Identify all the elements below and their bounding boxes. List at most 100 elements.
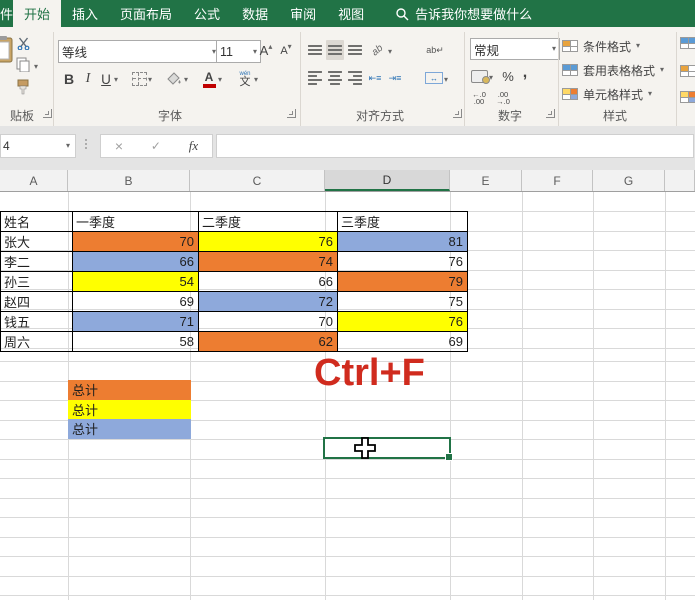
copy-button[interactable] <box>16 57 30 72</box>
font-size-combo[interactable]: 11 ▾ <box>216 40 261 63</box>
column-header-G[interactable]: G <box>593 170 665 191</box>
tab-视图[interactable]: 视图 <box>327 0 375 27</box>
value-cell[interactable]: 74 <box>198 251 338 272</box>
paste-button-partial[interactable] <box>0 35 14 63</box>
value-cell[interactable]: 66 <box>198 271 338 292</box>
table-header-cell[interactable]: 二季度 <box>198 211 338 232</box>
value-cell[interactable]: 81 <box>337 231 468 252</box>
formula-bar-grip[interactable] <box>85 139 87 149</box>
column-header-partial[interactable] <box>665 170 695 191</box>
style-item-1[interactable]: 套用表格格式 ▾ <box>562 59 664 81</box>
style-item-2[interactable]: 单元格样式 ▾ <box>562 83 652 105</box>
font-color-arrow[interactable]: ▾ <box>218 76 222 84</box>
borders-arrow[interactable]: ▾ <box>148 76 152 84</box>
table-header-cell[interactable]: 一季度 <box>72 211 199 232</box>
orientation-arrow[interactable]: ▾ <box>388 48 392 56</box>
merge-center-arrow[interactable]: ▾ <box>444 76 448 84</box>
italic-button[interactable]: I <box>80 68 96 90</box>
total-cell[interactable]: 总计 <box>68 399 191 419</box>
align-left-button[interactable] <box>306 68 324 88</box>
column-header-E[interactable]: E <box>450 170 522 191</box>
tell-me-search[interactable]: 告诉我你想要做什么 <box>395 0 532 27</box>
phonetic-guide-button[interactable]: wén 文 <box>236 68 254 90</box>
insert-cells-button-partial[interactable] <box>680 37 695 49</box>
top-align-button[interactable] <box>306 40 324 60</box>
delete-cells-button-partial[interactable] <box>680 65 695 77</box>
value-cell[interactable]: 70 <box>198 311 338 332</box>
name-cell[interactable]: 李二 <box>0 251 73 272</box>
font-color-button[interactable]: A <box>200 69 218 89</box>
style-item-0[interactable]: 条件格式 ▾ <box>562 35 640 57</box>
selected-cell[interactable] <box>323 437 453 461</box>
value-cell[interactable]: 76 <box>337 311 468 332</box>
cut-button[interactable] <box>17 37 30 50</box>
middle-align-button[interactable] <box>326 40 344 60</box>
column-header-C[interactable]: C <box>190 170 325 191</box>
increase-indent-button[interactable]: ⇥≡ <box>386 68 404 88</box>
alignment-dialog-launcher[interactable] <box>453 109 462 118</box>
align-center-button[interactable] <box>326 68 344 88</box>
formula-input[interactable] <box>216 134 694 158</box>
value-cell[interactable]: 58 <box>72 331 199 352</box>
orientation-button[interactable]: ab <box>368 40 388 60</box>
format-cells-button-partial[interactable] <box>680 91 695 103</box>
clipboard-dialog-launcher[interactable] <box>43 109 52 118</box>
comma-style-button[interactable]: , <box>518 63 532 83</box>
value-cell[interactable]: 76 <box>337 251 468 272</box>
value-cell[interactable]: 70 <box>72 231 199 252</box>
wrap-text-button[interactable]: ab↵ <box>424 40 446 60</box>
underline-button[interactable]: U <box>98 68 114 90</box>
value-cell[interactable]: 66 <box>72 251 199 272</box>
accounting-arrow[interactable]: ▾ <box>489 74 493 82</box>
font-name-combo[interactable]: 等线 ▾ <box>58 40 220 63</box>
shrink-font-button[interactable]: A ▾ <box>277 40 295 61</box>
column-header-A[interactable]: A <box>0 170 68 191</box>
accounting-format-button[interactable] <box>470 66 490 86</box>
insert-function-button[interactable]: fx <box>189 138 198 154</box>
decrease-decimal-button[interactable]: .00 →.0 <box>492 90 514 106</box>
fill-color-arrow[interactable]: ▾ <box>184 76 188 84</box>
value-cell[interactable]: 79 <box>337 271 468 292</box>
tab-插入[interactable]: 插入 <box>61 0 109 27</box>
bottom-align-button[interactable] <box>346 40 364 60</box>
table-header-cell[interactable]: 三季度 <box>337 211 468 232</box>
tab-数据[interactable]: 数据 <box>231 0 279 27</box>
name-box[interactable]: 4 ▾ <box>0 134 76 158</box>
format-painter-button[interactable] <box>16 79 30 95</box>
value-cell[interactable]: 71 <box>72 311 199 332</box>
value-cell[interactable]: 75 <box>337 291 468 312</box>
number-dialog-launcher[interactable] <box>546 109 555 118</box>
name-cell[interactable]: 赵四 <box>0 291 73 312</box>
value-cell[interactable]: 72 <box>198 291 338 312</box>
value-cell[interactable]: 69 <box>337 331 468 352</box>
sheet-grid[interactable]: 姓名 一季度 二季度 三季度 张大 70 76 81 李二 66 74 76 孙三 54 66 79 赵四 69 7… <box>0 192 695 600</box>
file-tab-partial[interactable]: 件 <box>0 0 13 27</box>
column-header-B[interactable]: B <box>68 170 190 191</box>
borders-button[interactable] <box>130 68 148 90</box>
fill-color-button[interactable] <box>164 68 184 90</box>
merge-center-button[interactable]: ↔ <box>424 68 444 88</box>
name-cell[interactable]: 孙三 <box>0 271 73 292</box>
bold-button[interactable]: B <box>60 68 78 90</box>
tab-审阅[interactable]: 审阅 <box>279 0 327 27</box>
font-dialog-launcher[interactable] <box>287 109 296 118</box>
decrease-indent-button[interactable]: ⇤≡ <box>366 68 384 88</box>
value-cell[interactable]: 62 <box>198 331 338 352</box>
total-cell[interactable]: 总计 <box>68 419 191 439</box>
tab-开始[interactable]: 开始 <box>13 0 62 27</box>
table-header-cell[interactable]: 姓名 <box>0 211 73 232</box>
tab-公式[interactable]: 公式 <box>183 0 231 27</box>
name-cell[interactable]: 张大 <box>0 231 73 252</box>
total-cell[interactable]: 总计 <box>68 380 191 400</box>
number-format-combo[interactable]: 常规 ▾ <box>470 38 560 60</box>
copy-dropdown-arrow[interactable]: ▾ <box>34 63 38 71</box>
cancel-button[interactable]: × <box>115 138 123 154</box>
value-cell[interactable]: 54 <box>72 271 199 292</box>
column-header-F[interactable]: F <box>522 170 593 191</box>
tab-页面布局[interactable]: 页面布局 <box>109 0 183 27</box>
value-cell[interactable]: 69 <box>72 291 199 312</box>
grow-font-button[interactable]: A ▴ <box>257 40 275 61</box>
name-cell[interactable]: 周六 <box>0 331 73 352</box>
column-header-D[interactable]: D <box>325 170 450 191</box>
align-right-button[interactable] <box>346 68 364 88</box>
